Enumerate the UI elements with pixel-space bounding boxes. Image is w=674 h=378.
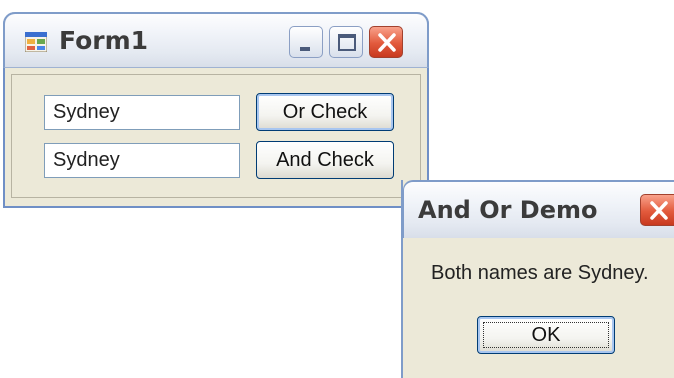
- ok-button-label: OK: [531, 324, 561, 346]
- and-check-button[interactable]: And Check: [256, 141, 394, 179]
- maximize-button[interactable]: [329, 26, 363, 58]
- message-text: Both names are Sydney.: [431, 262, 649, 284]
- maximize-icon: [338, 34, 356, 51]
- or-check-button[interactable]: Or Check: [256, 93, 394, 131]
- message-box-titlebar[interactable]: And Or Demo: [403, 180, 674, 238]
- close-icon: [378, 33, 396, 52]
- minimize-icon: [300, 47, 310, 51]
- close-icon: [650, 201, 668, 220]
- form1-titlebar[interactable]: Form1: [3, 12, 429, 68]
- form1-window: Form1 Sydney Or Check Sydney And Check: [3, 12, 429, 208]
- name1-textbox[interactable]: Sydney: [44, 95, 240, 130]
- form1-client-area: Sydney Or Check Sydney And Check: [11, 74, 421, 198]
- form1-title: Form1: [59, 26, 149, 55]
- name2-textbox[interactable]: Sydney: [44, 143, 240, 178]
- close-button[interactable]: [369, 26, 403, 58]
- form-app-icon: [24, 31, 48, 53]
- message-box-close-button[interactable]: [640, 194, 674, 226]
- ok-button[interactable]: OK: [477, 316, 615, 354]
- minimize-button[interactable]: [289, 26, 323, 58]
- message-box-window: And Or Demo Both names are Sydney. OK: [401, 180, 674, 378]
- message-box-title: And Or Demo: [418, 196, 598, 224]
